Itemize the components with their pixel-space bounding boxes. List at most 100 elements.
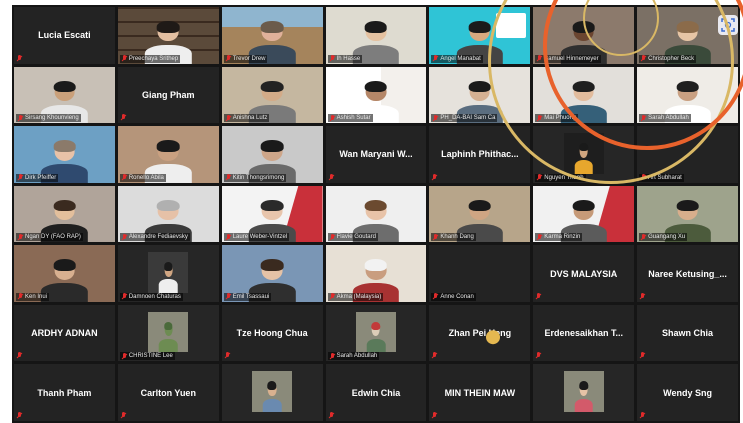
participant-tile-participant[interactable]: [533, 364, 635, 421]
muted-mic-icon: [226, 55, 231, 62]
participant-display-name: Giang Pham: [142, 89, 195, 100]
muted-mic-icon: [433, 233, 438, 241]
participant-tile-ken-inui[interactable]: Ken Inui: [14, 245, 115, 302]
participant-tile-anne-conan[interactable]: Anne Conan: [429, 245, 531, 302]
participant-tile-ronello-abila[interactable]: Ronello Abila: [117, 126, 219, 183]
participant-name-label: Preechaya Srithep: [119, 54, 181, 63]
muted-mic-icon: [226, 174, 231, 181]
participant-tile-ph-da-bai-sam-ca[interactable]: PH_DA-BAI Sam Ca: [429, 66, 531, 124]
participant-name-text: Dirk Pfeiffer: [25, 174, 57, 181]
participant-tile-khanh-dang[interactable]: Khanh Dang: [429, 185, 531, 243]
participant-tile-flavie-goutard[interactable]: Flavie Goutard: [325, 185, 427, 243]
participant-tile-nguyen-thanh[interactable]: Nguyen Thanh: [533, 126, 635, 183]
participant-tile-trevor-drew[interactable]: Trevor Drew: [221, 7, 323, 64]
participant-tile-christopher-beck[interactable]: Christopher Beck: [637, 7, 738, 64]
participant-tile-emil-tsassaui[interactable]: Emil Tsassaui: [221, 245, 323, 302]
participant-tile-laure-weber-vintzel[interactable]: Laure Weber-Vintzel: [221, 185, 323, 243]
participant-name-label: Anne Conan: [431, 292, 476, 301]
participant-display-name: Edwin Chia: [351, 387, 401, 398]
participant-name-label: Dirk Pfeiffer: [16, 173, 59, 182]
participant-display-name: Lucia Escati: [38, 30, 91, 41]
participant-name-label: Khanh Dang: [431, 233, 476, 242]
participant-name-text: Karma Rinzin: [544, 234, 581, 241]
participant-tile-naree-ketusing[interactable]: Naree Ketusing_...: [637, 245, 738, 302]
participant-name-text: Ken Inui: [25, 293, 48, 300]
participant-tile-kitin-thongsrimong[interactable]: Kitin Thongsrimong: [221, 126, 323, 183]
muted-mic-icon: [537, 233, 542, 241]
muted-mic-icon: [330, 293, 335, 300]
participant-name-label: Ngan DY (FAO RAP): [16, 233, 83, 242]
participant-name-label: Trevor Drew: [223, 54, 268, 63]
participant-tile-shawn-chia[interactable]: Shawn Chia: [637, 304, 738, 362]
participant-display-name: Shawn Chia: [662, 328, 714, 339]
participant-tile-dvs-malaysia[interactable]: DVS MALAYSIA: [533, 245, 635, 302]
participant-tile-edwin-chia[interactable]: Edwin Chia: [325, 364, 427, 421]
participant-name-label: Alexandre Fediaevsky: [119, 233, 190, 242]
participant-tile-giang-pham[interactable]: Giang Pham: [117, 66, 219, 124]
participant-tile-sirsang-khounvieng[interactable]: Sirsang Khounvieng: [14, 66, 115, 124]
participant-name-label: Karma Rinzin: [535, 233, 583, 242]
participant-tile-karma-rinzin[interactable]: Karma Rinzin: [533, 185, 635, 243]
participant-tile-sarah-abdullah[interactable]: Sarah Abdullah: [637, 66, 738, 124]
participant-tile-carlton-yuen[interactable]: Carlton Yuen: [117, 364, 219, 421]
participant-name-label: Emil Tsassaui: [223, 292, 272, 301]
muted-mic-icon: [329, 412, 334, 419]
participant-tile-ardhy-adnan[interactable]: ARDHY ADNAN: [14, 304, 115, 362]
participant-tile-anishna-lutz[interactable]: Anishna Lutz: [221, 66, 323, 124]
participant-video: [221, 364, 323, 421]
participant-tile-guangang-xu[interactable]: Guangang Xu: [637, 185, 738, 243]
participant-tile-wendy-sng[interactable]: Wendy Sng: [637, 364, 738, 421]
muted-mic-icon: [432, 352, 437, 359]
participant-name-label: Nguyen Thanh: [535, 173, 586, 182]
participant-name-text: Guangang Xu: [648, 234, 686, 241]
participant-display-name: Naree Ketusing_...: [648, 268, 727, 279]
participant-tile-mai-phuong[interactable]: Mai Phuong: [533, 66, 635, 124]
participant-tile-art-subharat[interactable]: Art Subharat: [637, 126, 738, 183]
participant-tile-erdenesaikhan-t[interactable]: Erdenesaikhan T...: [533, 304, 635, 362]
participant-name-label: Mai Phuong: [535, 114, 579, 123]
participant-tile-ngan-dy-fao-rap[interactable]: Ngan DY (FAO RAP): [14, 185, 115, 243]
muted-mic-icon: [330, 352, 335, 360]
participant-tile-thanh-pham[interactable]: Thanh Pham: [14, 364, 115, 421]
participant-tile-wan-maryani-w[interactable]: Wan Maryani W...: [325, 126, 427, 183]
participant-display-name: MIN THEIN MAW: [444, 387, 516, 398]
yellow-dot-decoration: [486, 330, 501, 345]
participant-name-text: PH_DA-BAI Sam Ca: [440, 115, 496, 122]
participant-name-label: Ronello Abila: [119, 173, 166, 182]
participant-display-name: Carlton Yuen: [140, 387, 196, 398]
participant-tile-ih-hasse[interactable]: Ih Hasse: [325, 7, 427, 64]
participant-tile-alexandre-fediaevsky[interactable]: Alexandre Fediaevsky: [117, 185, 219, 243]
participant-name-label: Christopher Beck: [639, 54, 697, 63]
participant-tile-min-thein-maw[interactable]: MIN THEIN MAW: [429, 364, 531, 421]
participant-tile-dirk-pfeiffer[interactable]: Dirk Pfeiffer: [14, 126, 115, 183]
participant-tile-akma-malaysia[interactable]: Akma (Malaysia): [325, 245, 427, 302]
muted-mic-icon: [433, 114, 438, 122]
participant-tile-lucia-escati[interactable]: Lucia Escati: [14, 7, 115, 64]
muted-mic-icon: [225, 352, 230, 359]
participant-tile-ashish-sutar[interactable]: Ashish Sutar: [325, 66, 427, 124]
participant-tile-angel-manabat[interactable]: Angel Manabat: [429, 7, 531, 64]
participant-silhouette: [574, 142, 593, 174]
participant-tile-participant[interactable]: [221, 364, 323, 421]
muted-mic-icon: [226, 293, 231, 300]
participant-tile-samuel-hinnemeyer[interactable]: Samuel Hinnemeyer: [533, 7, 635, 64]
muted-mic-icon: [17, 54, 22, 62]
participant-name-label: Laure Weber-Vintzel: [223, 233, 290, 242]
muted-mic-icon: [122, 174, 127, 181]
participant-tile-zhan-pei-heng[interactable]: Zhan Pei Heng: [429, 304, 531, 362]
camera-focus-icon[interactable]: [717, 15, 738, 35]
participant-tile-laphinh-phithac[interactable]: Laphinh Phithac...: [429, 126, 531, 183]
participant-name-label: Sirsang Khounvieng: [16, 114, 81, 123]
participant-tile-sarah-abdullah[interactable]: Sarah Abdullah: [325, 304, 427, 362]
muted-mic-icon: [536, 292, 541, 300]
participant-tile-tze-hoong-chua[interactable]: Tze Hoong Chua: [221, 304, 323, 362]
participant-tile-christine-lee[interactable]: CHRISTINE Lee: [117, 304, 219, 362]
participant-name-text: Ngan DY (FAO RAP): [25, 234, 81, 241]
profile-picture: [148, 252, 189, 293]
participant-display-name: DVS MALAYSIA: [550, 268, 618, 279]
zoom-gallery-view: Lucia Escati Preechaya Srithep Trevor Drew…: [12, 5, 740, 423]
participant-tile-damnoen-chaturas[interactable]: Damnoen Chaturas: [117, 245, 219, 302]
muted-mic-icon: [17, 352, 22, 359]
participant-name-label: Kitin Thongsrimong: [223, 173, 287, 182]
participant-tile-preechaya-srithep[interactable]: Preechaya Srithep: [117, 7, 219, 64]
